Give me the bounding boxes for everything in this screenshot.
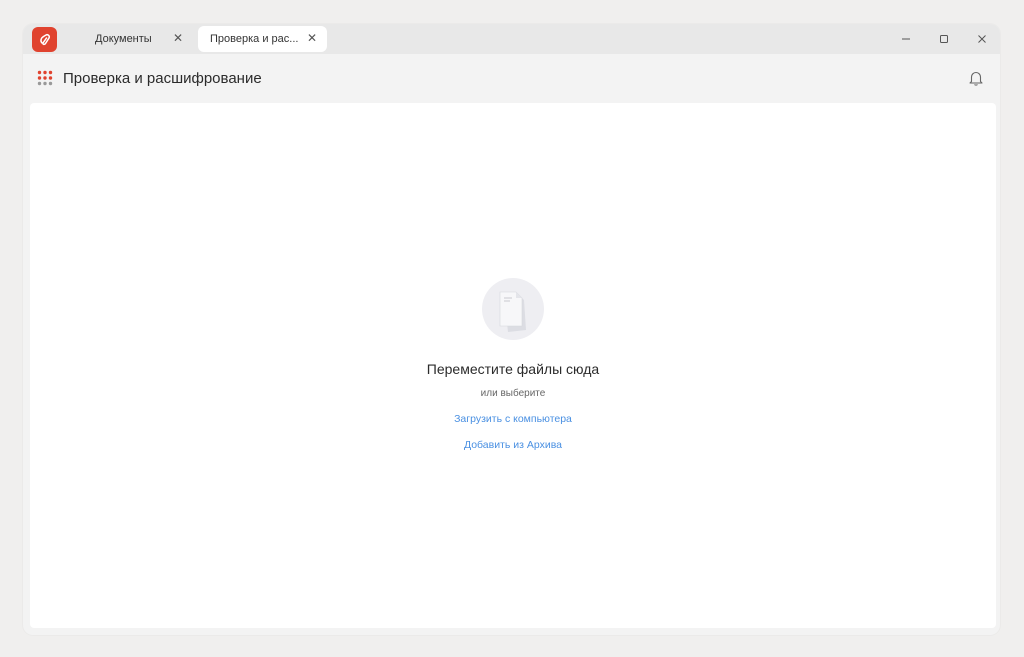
bell-icon[interactable] [967, 69, 985, 87]
app-window: Документы ✕ Проверка и рас... ✕ Проверка… [23, 24, 1000, 635]
tab-label: Документы [95, 33, 152, 45]
tab-label: Проверка и рас... [210, 33, 299, 45]
close-icon[interactable] [971, 28, 993, 50]
tab-close-icon[interactable]: ✕ [171, 31, 185, 45]
page-header: Проверка и расшифрование [23, 54, 1000, 102]
apps-grid-icon[interactable] [37, 70, 53, 86]
add-from-archive-link[interactable]: Добавить из Архива [30, 439, 996, 451]
upload-from-computer-link[interactable]: Загрузить с компьютера [30, 413, 996, 425]
tab-close-icon[interactable]: ✕ [305, 31, 319, 45]
drop-or-text: или выберите [480, 388, 546, 399]
documents-icon [482, 278, 544, 340]
file-drop-zone[interactable]: Переместите файлы сюда или выберите Загр… [30, 103, 996, 628]
drop-title: Переместите файлы сюда [426, 361, 600, 377]
tab-verify-decrypt[interactable]: Проверка и рас... ✕ [198, 26, 327, 52]
page-title: Проверка и расшифрование [63, 70, 262, 87]
tab-documents[interactable]: Документы ✕ [83, 26, 193, 52]
minimize-icon[interactable] [895, 28, 917, 50]
app-logo-icon[interactable] [32, 27, 57, 52]
title-bar: Документы ✕ Проверка и рас... ✕ [23, 24, 1000, 54]
maximize-icon[interactable] [933, 28, 955, 50]
